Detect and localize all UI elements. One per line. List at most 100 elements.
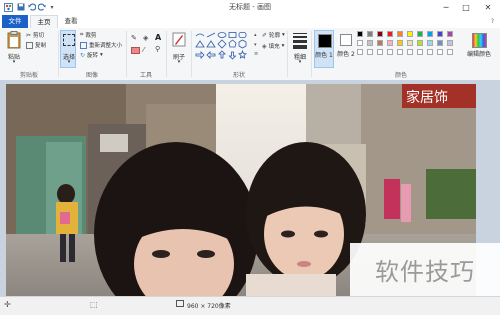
resize-button[interactable]: 重新调整大小	[80, 41, 122, 49]
palette-swatch[interactable]	[367, 40, 373, 46]
color2-button[interactable]: 颜色 2	[336, 30, 356, 68]
color-palette	[357, 31, 461, 61]
palette-swatch[interactable]	[377, 40, 383, 46]
palette-swatch[interactable]	[447, 49, 453, 55]
pencil-icon[interactable]: ✎	[131, 34, 137, 42]
paste-button[interactable]: 粘贴 ▾	[6, 31, 22, 69]
shapes-icon	[195, 32, 247, 60]
fill-dropdown-icon: ▾	[281, 43, 285, 49]
rotate-icon: ↻	[80, 51, 86, 59]
crop-button[interactable]: ⌗ 裁剪	[80, 31, 96, 39]
resize-icon	[80, 41, 87, 49]
cut-button[interactable]: ✂ 剪切	[26, 31, 45, 40]
palette-swatch[interactable]	[417, 40, 423, 46]
fill-button[interactable]: ◈ 填充 ▾	[262, 42, 285, 51]
palette-swatch[interactable]	[437, 31, 443, 37]
group-divider	[166, 31, 167, 77]
maximize-button[interactable]: □	[458, 0, 474, 14]
cut-label: 剪切	[33, 33, 45, 39]
resize-label: 重新调整大小	[89, 43, 123, 49]
ribbon-tabs: 文件 主页 查看 ?	[0, 15, 500, 29]
brushes-dropdown-icon[interactable]: ▾	[170, 59, 188, 65]
select-button[interactable]: 选择 ▾	[60, 30, 76, 68]
edit-colors-button[interactable]: 编辑颜色	[464, 30, 494, 68]
palette-swatch[interactable]	[447, 40, 453, 46]
palette-swatch[interactable]	[387, 40, 393, 46]
rotate-label: 旋转	[87, 53, 99, 59]
crop-label: 裁剪	[85, 33, 97, 39]
group-divider	[287, 31, 288, 77]
title-bar: ▾ 无标题 - 画图 ─ □ ✕	[0, 0, 500, 16]
colors-group-label: 颜色	[394, 72, 407, 79]
palette-swatch[interactable]	[407, 49, 413, 55]
color1-button[interactable]: 颜色 1	[314, 30, 334, 68]
palette-swatch[interactable]	[387, 31, 393, 37]
clipboard-icon	[7, 31, 21, 49]
watermark: 软件技巧	[350, 243, 500, 296]
fill-label: 填充	[268, 44, 280, 50]
palette-swatch[interactable]	[397, 31, 403, 37]
tab-file[interactable]: 文件	[2, 15, 28, 28]
palette-swatch[interactable]	[377, 49, 383, 55]
palette-swatch[interactable]	[357, 40, 363, 46]
tab-home[interactable]: 主页	[30, 15, 58, 29]
edit-colors-label: 编辑颜色	[466, 51, 491, 58]
shapes-gallery[interactable]	[195, 31, 253, 65]
outline-dropdown-icon: ▾	[282, 32, 285, 38]
palette-swatch[interactable]	[437, 40, 443, 46]
palette-swatch[interactable]	[357, 49, 363, 55]
palette-swatch[interactable]	[447, 31, 453, 37]
palette-swatch[interactable]	[417, 31, 423, 37]
color2-swatch	[340, 34, 352, 46]
palette-swatch[interactable]	[367, 49, 373, 55]
outline-icon: ✐	[262, 31, 268, 39]
color-picker-icon[interactable]: ⁄	[143, 46, 144, 54]
palette-swatch[interactable]	[427, 40, 433, 46]
palette-swatch[interactable]	[407, 31, 413, 37]
color1-swatch	[318, 34, 332, 48]
minimize-button[interactable]: ─	[438, 0, 454, 14]
copy-icon	[26, 41, 33, 49]
fill-bucket-icon: ◈	[262, 42, 267, 50]
shapes-scroll-up-icon[interactable]: ▴	[254, 32, 257, 38]
brush-icon	[172, 32, 186, 47]
tab-view[interactable]: 查看	[58, 15, 84, 28]
palette-swatch[interactable]	[387, 49, 393, 55]
palette-swatch[interactable]	[367, 31, 373, 37]
rotate-dropdown-icon: ▾	[100, 52, 103, 58]
tools-group-label: 工具	[139, 72, 152, 79]
outline-label: 轮廓	[269, 33, 281, 39]
rotate-button[interactable]: ↻ 旋转 ▾	[80, 51, 103, 60]
shapes-group-label: 形状	[232, 72, 245, 79]
color2-label: 颜色 2	[337, 51, 355, 58]
selection-size-icon: ⬚	[90, 300, 98, 309]
palette-swatch[interactable]	[417, 49, 423, 55]
scissors-icon: ✂	[26, 31, 32, 39]
palette-swatch[interactable]	[357, 31, 363, 37]
outline-button[interactable]: ✐ 轮廓 ▾	[262, 31, 285, 40]
palette-swatch[interactable]	[377, 31, 383, 37]
close-button[interactable]: ✕	[478, 0, 498, 14]
text-icon[interactable]: A	[155, 33, 161, 42]
copy-button[interactable]: 复制	[26, 41, 46, 49]
shapes-expand-icon[interactable]: ≡	[254, 51, 258, 57]
paste-dropdown-icon[interactable]: ▾	[6, 59, 22, 65]
palette-swatch[interactable]	[397, 40, 403, 46]
brushes-button[interactable]: 刷子 ▾	[170, 31, 188, 69]
fill-icon[interactable]: ◈	[143, 34, 148, 42]
palette-swatch[interactable]	[407, 40, 413, 46]
eraser-icon[interactable]	[131, 47, 140, 54]
magnifier-icon[interactable]: ⚲	[155, 45, 160, 53]
palette-swatch[interactable]	[427, 49, 433, 55]
palette-swatch[interactable]	[427, 31, 433, 37]
size-dropdown-icon[interactable]: ▾	[291, 59, 309, 65]
shop-sign: 家居饰	[406, 89, 448, 106]
palette-swatch[interactable]	[437, 49, 443, 55]
palette-swatch[interactable]	[397, 49, 403, 55]
shapes-scroll-down-icon[interactable]: ▾	[254, 42, 257, 48]
crop-icon: ⌗	[80, 31, 84, 38]
size-lines-icon	[293, 33, 307, 49]
size-button[interactable]: 粗细 ▾	[291, 31, 309, 75]
help-icon[interactable]: ?	[491, 18, 494, 25]
select-dropdown-icon[interactable]: ▾	[61, 59, 77, 65]
